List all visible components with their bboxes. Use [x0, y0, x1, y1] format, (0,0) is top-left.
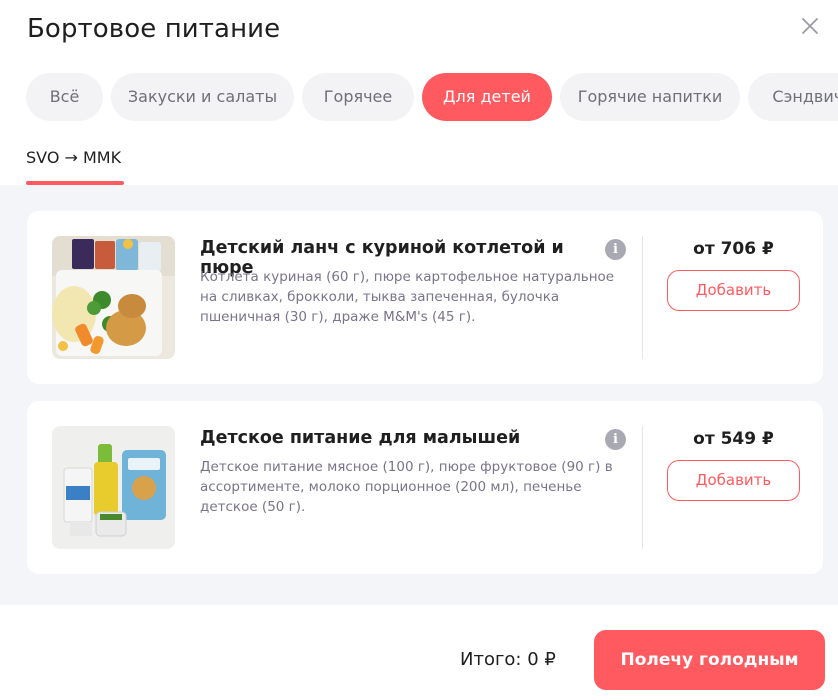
tab-sandwiches[interactable]: Сэндвичи [748, 73, 838, 121]
tab-hot[interactable]: Горячее [302, 73, 414, 121]
product-description: Детское питание мясное (100 г), пюре фру… [200, 459, 613, 515]
product-price: от 549 ₽ [693, 429, 774, 449]
add-button[interactable]: Добавить [667, 460, 800, 501]
tab-kids[interactable]: Для детей [422, 73, 552, 121]
dialog-title: Бортовое питание [27, 14, 281, 44]
tab-snacks[interactable]: Закуски и салаты [111, 73, 294, 121]
product-image [52, 426, 175, 549]
product-image [52, 236, 175, 359]
product-name: Детское питание для малышей [200, 428, 521, 448]
add-button[interactable]: Добавить [667, 270, 800, 311]
tab-hot-drinks[interactable]: Горячие напитки [560, 73, 740, 121]
product-description: Котлета куриная (60 г), пюре картофельно… [200, 269, 615, 325]
close-icon[interactable] [800, 16, 820, 36]
product-list: Детский ланч с куриной котлетой и пюре i… [0, 185, 838, 605]
category-tabs: Всё Закуски и салаты Горячее Для детей Г… [26, 73, 838, 121]
product-price: от 706 ₽ [693, 239, 774, 259]
route-tab[interactable]: SVO → MMK [26, 148, 121, 167]
card-divider [642, 426, 643, 549]
card-divider [642, 236, 643, 359]
info-icon[interactable]: i [605, 429, 626, 450]
order-total: Итого: 0 ₽ [460, 649, 556, 670]
info-icon[interactable]: i [605, 239, 626, 260]
product-card: Детский ланч с куриной котлетой и пюре i… [27, 211, 823, 384]
fly-hungry-button[interactable]: Полечу голодным [594, 630, 825, 690]
tab-all[interactable]: Всё [26, 73, 103, 121]
product-card: Детское питание для малышей i Детское пи… [27, 401, 823, 574]
